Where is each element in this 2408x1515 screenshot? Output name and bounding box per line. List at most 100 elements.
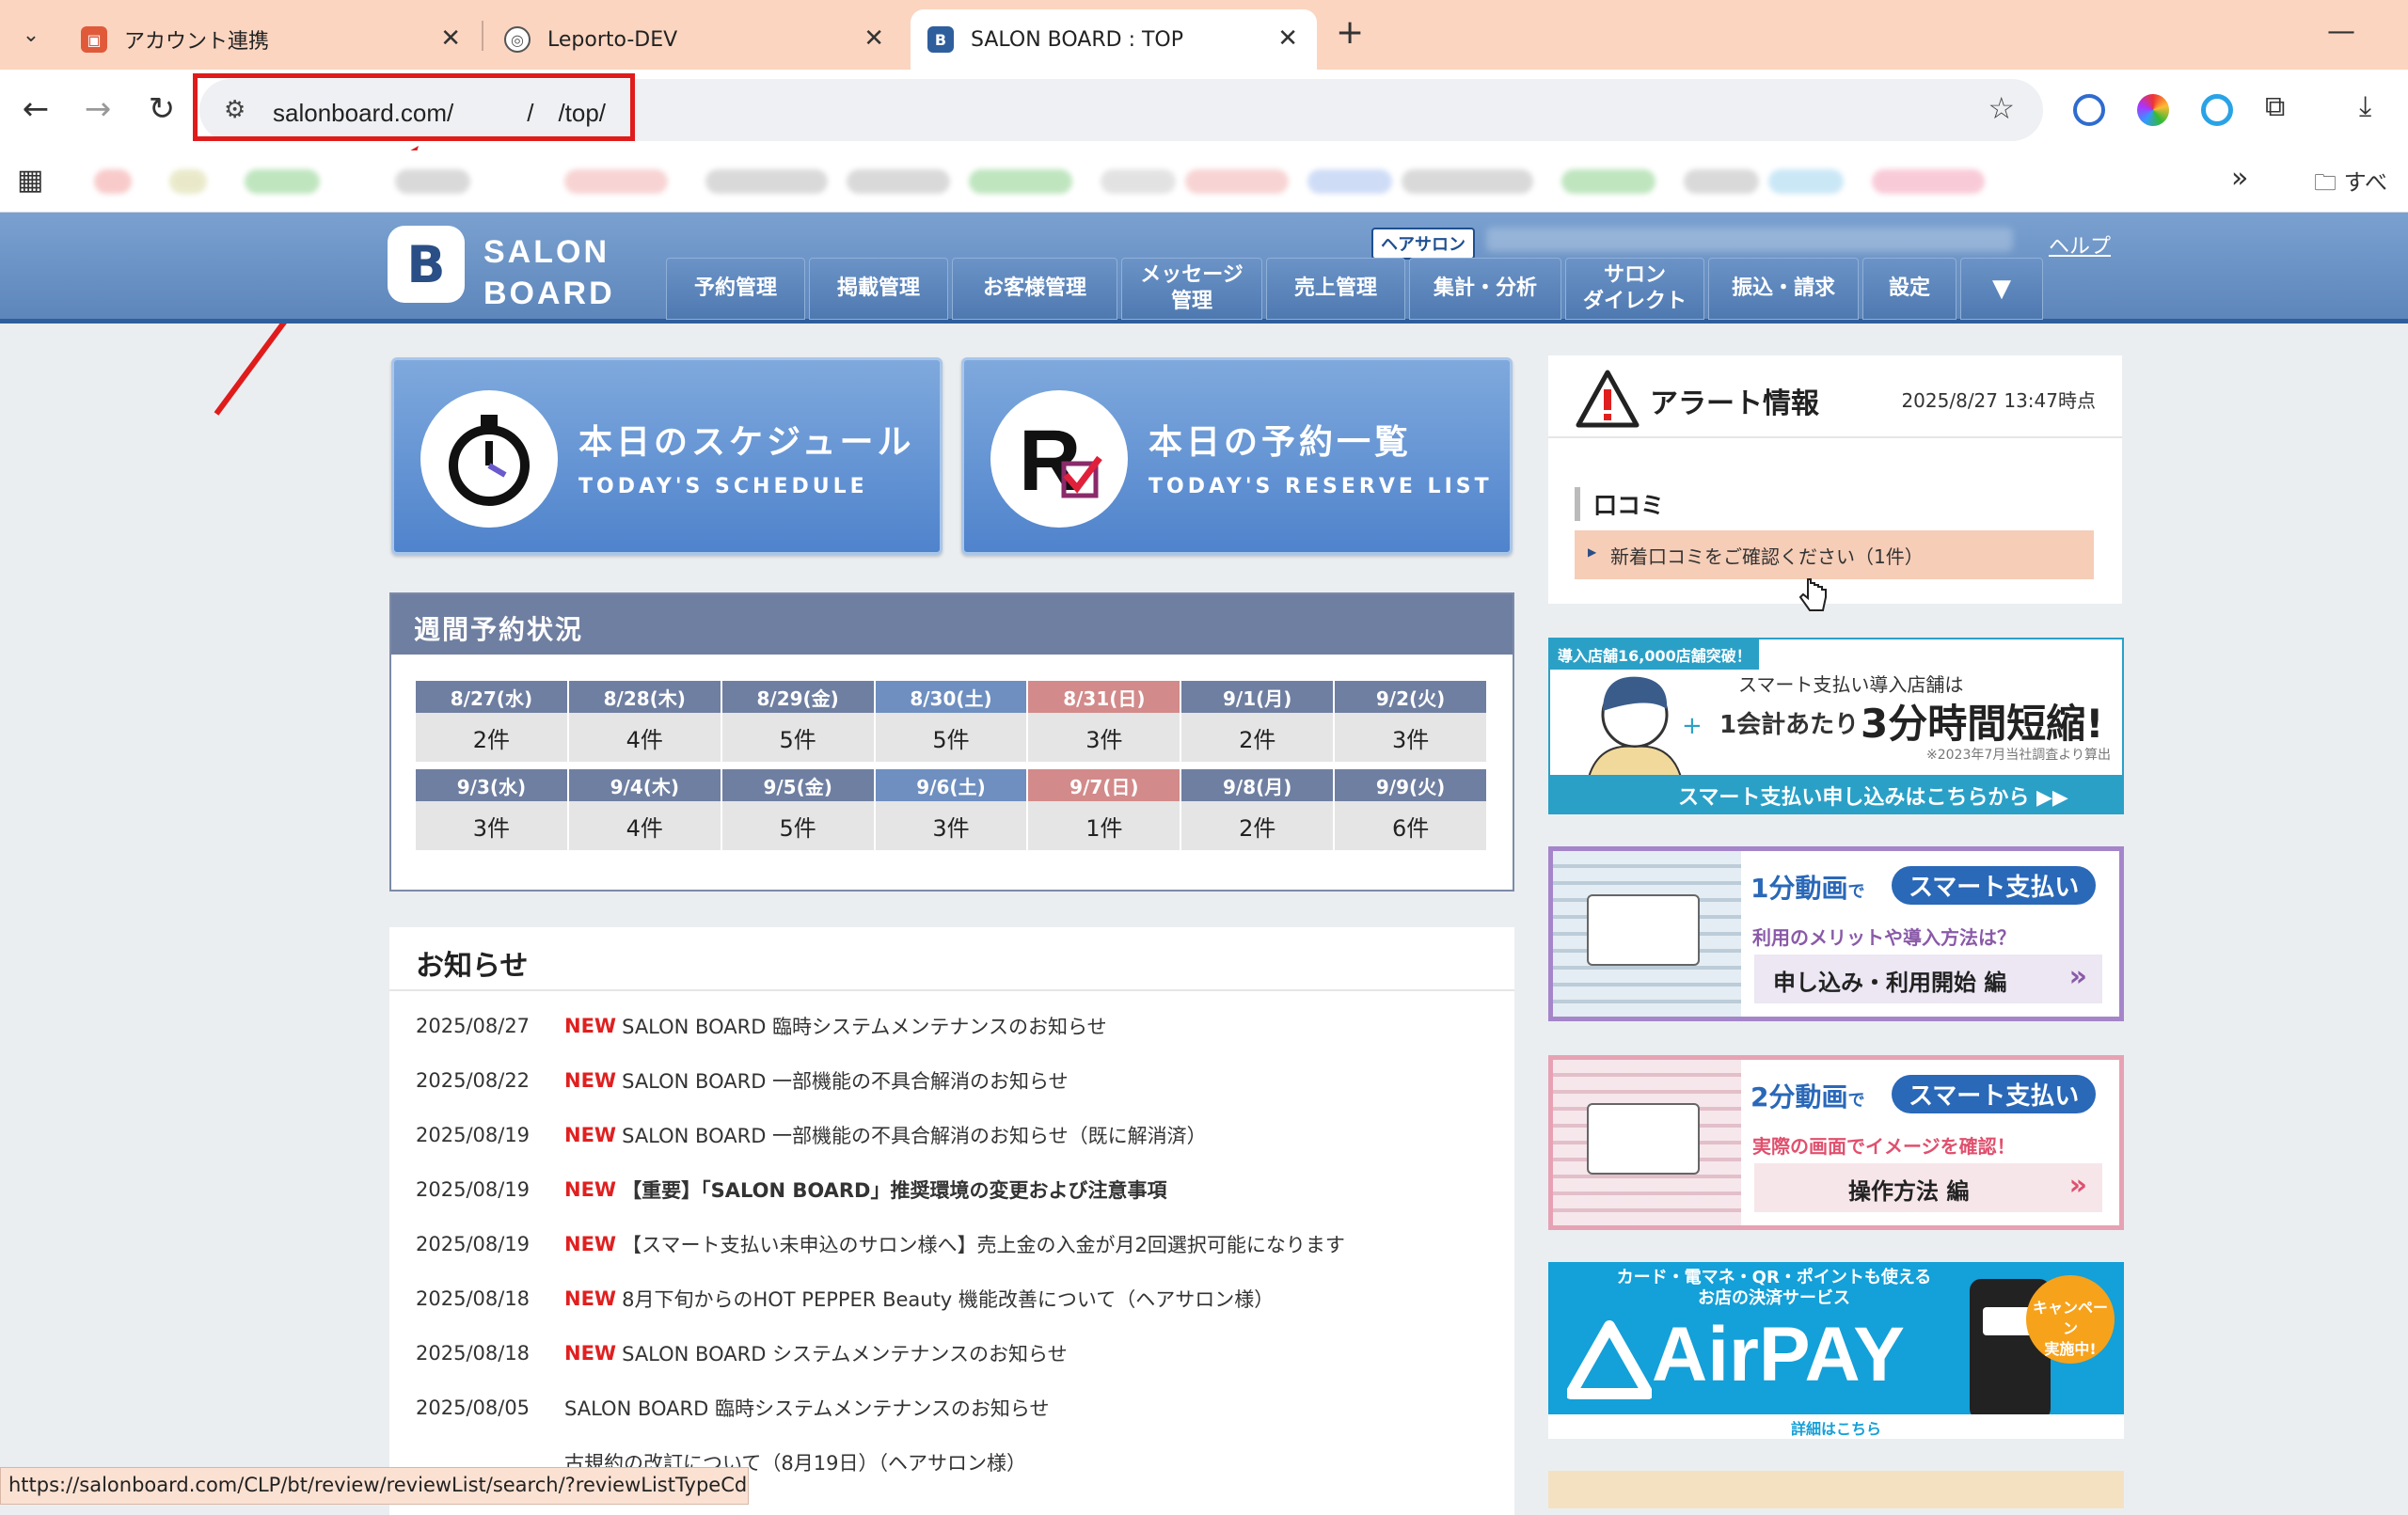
video-2min-banner[interactable]: 2分動画で スマート支払い 実際の画面でイメージを確認！ 操作方法 編 » xyxy=(1548,1055,2124,1230)
day-header[interactable]: 9/8(月) xyxy=(1181,769,1336,801)
news-link[interactable]: SALON BOARD 一部機能の不具合解消のお知らせ（既に解消済） xyxy=(622,1121,1207,1149)
day-count[interactable]: 5件 xyxy=(721,713,876,762)
day-count[interactable]: 2件 xyxy=(416,713,569,762)
bookmark-item[interactable] xyxy=(564,169,668,194)
news-link[interactable]: SALON BOARD 臨時システムメンテナンスのお知らせ xyxy=(564,1394,1049,1422)
news-link[interactable]: 8月下旬からのHOT PEPPER Beauty 機能改善について（ヘアサロン様… xyxy=(622,1285,1274,1313)
news-item[interactable]: 2025/08/19 NEW 【重要】「SALON BOARD」推奨環境の変更および… xyxy=(416,1174,1167,1206)
news-item[interactable]: 2025/08/18 NEW 8月下旬からのHOT PEPPER Beauty 機能… xyxy=(416,1283,1274,1315)
nav-messages[interactable]: メッセージ 管理 xyxy=(1121,258,1262,320)
extension-color-icon[interactable] xyxy=(2137,94,2169,126)
bookmark-item[interactable] xyxy=(1101,169,1176,194)
nav-reservation[interactable]: 予約管理 xyxy=(666,258,805,320)
tab-leporto[interactable]: ◎ Leporto-DEV ✕ xyxy=(489,9,903,70)
day-header[interactable]: 9/9(火) xyxy=(1335,769,1489,801)
extension-shield-icon[interactable] xyxy=(2073,94,2105,126)
nav-analytics[interactable]: 集計・分析 xyxy=(1409,258,1561,320)
news-item[interactable]: 2025/08/05 SALON BOARD 臨時システムメンテナンスのお知らせ xyxy=(416,1392,1049,1424)
today-schedule-button[interactable]: 本日のスケジュール TODAY'S SCHEDULE xyxy=(391,357,943,555)
day-header[interactable]: 9/5(金) xyxy=(721,769,876,801)
day-count[interactable]: 2件 xyxy=(1181,801,1336,850)
close-icon[interactable]: ✕ xyxy=(440,24,461,53)
day-header[interactable]: 8/29(金) xyxy=(721,681,876,713)
news-link[interactable]: SALON BOARD 一部機能の不具合解消のお知らせ xyxy=(622,1066,1069,1095)
nav-more-dropdown[interactable]: ▼ xyxy=(1960,258,2043,320)
nav-salon-direct[interactable]: サロン ダイレクト xyxy=(1565,258,1704,320)
smart-pay-banner[interactable]: 導入店舗16,000店舗突破！ + スマート支払い導入店舗は 1会計あたり 3分… xyxy=(1548,638,2124,814)
bookmark-item[interactable] xyxy=(1185,169,1289,194)
day-count[interactable]: 4件 xyxy=(568,801,722,850)
bookmark-item[interactable] xyxy=(1684,169,1759,194)
new-tab-button[interactable]: + xyxy=(1336,13,1364,52)
airpay-banner[interactable]: カード・電マネ・QR・ポイントも使える お店の決済サービス AirPAY キャン… xyxy=(1548,1262,2124,1439)
video-1min-banner[interactable]: 1分動画で スマート支払い 利用のメリットや導入方法は？ 申し込み・利用開始 編… xyxy=(1548,846,2124,1021)
bookmark-item[interactable] xyxy=(705,169,828,194)
puzzle-extensions-icon[interactable]: ⧉ xyxy=(2265,90,2285,123)
news-link[interactable]: 【スマート支払い未申込のサロン様へ】売上金の入金が月2回選択可能になります xyxy=(622,1230,1345,1258)
help-link[interactable]: ヘルプ xyxy=(2049,229,2111,260)
day-count[interactable]: 6件 xyxy=(1335,801,1489,850)
day-count[interactable]: 1件 xyxy=(1028,801,1182,850)
day-count[interactable]: 3件 xyxy=(416,801,569,850)
bookmark-item[interactable] xyxy=(169,169,207,194)
extension-circle-icon[interactable] xyxy=(2201,94,2233,126)
tab-salon-board[interactable]: B SALON BOARD : TOP ✕ xyxy=(911,9,1317,70)
bookmark-item[interactable] xyxy=(1768,169,1844,194)
nav-customers[interactable]: お客様管理 xyxy=(952,258,1117,320)
forward-button[interactable]: → xyxy=(77,90,119,128)
close-icon[interactable]: ✕ xyxy=(1277,24,1298,53)
day-header[interactable]: 8/27(水) xyxy=(416,681,569,713)
news-link[interactable]: SALON BOARD システムメンテナンスのお知らせ xyxy=(622,1339,1067,1367)
bookmark-item[interactable] xyxy=(395,169,470,194)
day-count[interactable]: 4件 xyxy=(568,713,722,762)
reload-button[interactable]: ↻ xyxy=(141,90,182,128)
back-button[interactable]: ← xyxy=(15,90,56,128)
bookmark-star-icon[interactable]: ☆ xyxy=(1988,90,2015,126)
nav-sales[interactable]: 売上管理 xyxy=(1266,258,1405,320)
day-header[interactable]: 9/1(月) xyxy=(1181,681,1336,713)
apps-grid-icon[interactable]: ▦ xyxy=(17,164,43,197)
bookmark-item[interactable] xyxy=(1402,169,1533,194)
news-link[interactable]: 【重要】「SALON BOARD」推奨環境の変更および注意事項 xyxy=(622,1176,1166,1204)
day-header[interactable]: 9/4(木) xyxy=(568,769,722,801)
day-count[interactable]: 3件 xyxy=(1335,713,1489,762)
minimize-button[interactable]: — xyxy=(2327,15,2355,48)
day-header[interactable]: 8/28(木) xyxy=(568,681,722,713)
bookmark-item[interactable] xyxy=(847,169,950,194)
day-header[interactable]: 9/2(火) xyxy=(1335,681,1489,713)
day-header[interactable]: 8/31(日) xyxy=(1028,681,1182,713)
day-header[interactable]: 9/3(水) xyxy=(416,769,569,801)
nav-settings[interactable]: 設定 xyxy=(1862,258,1956,320)
salonboard-brand[interactable]: SALON BOARD xyxy=(483,231,615,314)
bookmark-item[interactable] xyxy=(245,169,320,194)
day-count[interactable]: 2件 xyxy=(1181,713,1336,762)
day-header[interactable]: 9/6(土) xyxy=(875,769,1029,801)
nav-listing[interactable]: 掲載管理 xyxy=(809,258,948,320)
bookmark-item[interactable] xyxy=(1307,169,1392,194)
bookmark-item[interactable] xyxy=(969,169,1072,194)
day-count[interactable]: 5件 xyxy=(875,713,1029,762)
tab-search-button[interactable]: ⌄ xyxy=(8,11,55,58)
news-item[interactable]: 2025/08/19 NEW 【スマート支払い未申込のサロン様へ】売上金の入金が月2… xyxy=(416,1228,1345,1260)
news-item[interactable]: 2025/08/18 NEW SALON BOARD システムメンテナンスのお知らせ xyxy=(416,1337,1068,1369)
today-reserve-list-button[interactable]: R 本日の予約一覧 TODAY'S RESERVE LIST xyxy=(961,357,1513,555)
close-icon[interactable]: ✕ xyxy=(863,24,884,53)
salonboard-logo-icon[interactable]: B xyxy=(388,226,465,303)
bottom-banner-partial[interactable] xyxy=(1548,1471,2124,1508)
day-count[interactable]: 3件 xyxy=(1028,713,1182,762)
news-item[interactable]: 2025/08/19 NEW SALON BOARD 一部機能の不具合解消のお知らせ… xyxy=(416,1119,1207,1151)
day-count[interactable]: 5件 xyxy=(721,801,876,850)
nav-billing[interactable]: 振込・請求 xyxy=(1708,258,1859,320)
news-item[interactable]: 2025/08/22 NEW SALON BOARD 一部機能の不具合解消のお知らせ xyxy=(416,1065,1069,1097)
download-icon[interactable]: ⤓ xyxy=(2359,90,2371,123)
day-header[interactable]: 9/7(日) xyxy=(1028,769,1182,801)
bookmark-item[interactable] xyxy=(94,169,132,194)
bookmark-item[interactable] xyxy=(1561,169,1656,194)
bookmark-item[interactable] xyxy=(1872,169,1985,194)
news-item[interactable]: 2025/08/27 NEW SALON BOARD 臨時システムメンテナンスのお知… xyxy=(416,1010,1107,1042)
bookmarks-overflow-icon[interactable]: » xyxy=(2231,162,2248,195)
day-count[interactable]: 3件 xyxy=(875,801,1029,850)
tab-account-link[interactable]: ▣ アカウント連携 ✕ xyxy=(66,9,480,70)
new-reviews-link[interactable]: 新着口コミをご確認ください（1件） xyxy=(1575,530,2094,579)
day-header[interactable]: 8/30(土) xyxy=(875,681,1029,713)
